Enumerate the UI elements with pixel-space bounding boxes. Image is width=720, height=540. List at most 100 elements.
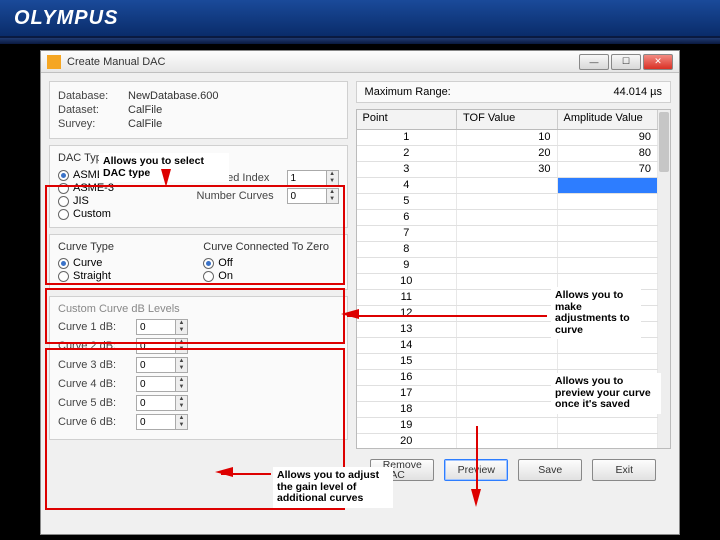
cell-point: 2 bbox=[357, 146, 457, 161]
cell-tof[interactable] bbox=[457, 386, 557, 401]
table-row[interactable]: 7 bbox=[357, 226, 658, 242]
cell-tof[interactable] bbox=[457, 274, 557, 289]
table-row[interactable]: 5 bbox=[357, 194, 658, 210]
max-range-value: 44.014 µs bbox=[613, 86, 662, 98]
cell-point: 20 bbox=[357, 434, 457, 448]
cell-tof[interactable]: 10 bbox=[457, 130, 557, 145]
cell-tof[interactable] bbox=[457, 226, 557, 241]
cell-point: 1 bbox=[357, 130, 457, 145]
cell-point: 7 bbox=[357, 226, 457, 241]
cell-point: 14 bbox=[357, 338, 457, 353]
cell-amplitude[interactable]: 90 bbox=[558, 130, 658, 145]
cell-tof[interactable] bbox=[457, 338, 557, 353]
cell-amplitude[interactable] bbox=[558, 354, 658, 369]
cell-amplitude[interactable] bbox=[558, 210, 658, 225]
cell-amplitude[interactable]: 70 bbox=[558, 162, 658, 177]
chevron-up-icon[interactable]: ▲ bbox=[327, 171, 338, 178]
cell-tof[interactable] bbox=[457, 434, 557, 448]
arrow-icon bbox=[341, 309, 359, 319]
table-row[interactable]: 33070 bbox=[357, 162, 658, 178]
table-row[interactable]: 20 bbox=[357, 434, 658, 448]
selected-index-spinner[interactable]: ▲▼ bbox=[287, 170, 339, 186]
arrow-icon bbox=[471, 489, 481, 507]
database-value: NewDatabase.600 bbox=[128, 90, 219, 102]
chevron-down-icon[interactable]: ▼ bbox=[327, 178, 338, 185]
cell-point: 6 bbox=[357, 210, 457, 225]
cell-point: 17 bbox=[357, 386, 457, 401]
cell-point: 11 bbox=[357, 290, 457, 305]
col-tof: TOF Value bbox=[457, 110, 557, 129]
cell-tof[interactable] bbox=[457, 418, 557, 433]
table-row[interactable]: 9 bbox=[357, 258, 658, 274]
dataset-value: CalFile bbox=[128, 104, 162, 116]
cell-tof[interactable] bbox=[457, 178, 557, 193]
arrow-icon bbox=[215, 467, 233, 477]
annotation-curve: Allows you to make adjustments to curve bbox=[551, 287, 641, 339]
cell-amplitude[interactable] bbox=[558, 338, 658, 353]
cell-point: 19 bbox=[357, 418, 457, 433]
max-range-panel: Maximum Range: 44.014 µs bbox=[356, 81, 671, 103]
scrollbar-thumb[interactable] bbox=[659, 112, 669, 172]
cell-point: 12 bbox=[357, 306, 457, 321]
highlight-box-curve bbox=[45, 288, 345, 344]
arrow-line bbox=[476, 426, 478, 491]
annotation-preview: Allows you to preview your curve once it… bbox=[551, 373, 661, 414]
selected-index-input[interactable] bbox=[287, 170, 327, 186]
table-row[interactable]: 22080 bbox=[357, 146, 658, 162]
info-panel: Database:NewDatabase.600 Dataset:CalFile… bbox=[49, 81, 348, 139]
exit-button[interactable]: Exit bbox=[592, 459, 656, 481]
cell-amplitude[interactable] bbox=[558, 194, 658, 209]
cell-point: 10 bbox=[357, 274, 457, 289]
save-button[interactable]: Save bbox=[518, 459, 582, 481]
button-row: Remove DAC Preview Save Exit bbox=[356, 459, 671, 481]
brand-subbar bbox=[0, 38, 720, 44]
table-row[interactable]: 15 bbox=[357, 354, 658, 370]
database-label: Database: bbox=[58, 90, 128, 102]
dataset-label: Dataset: bbox=[58, 104, 128, 116]
cell-tof[interactable] bbox=[457, 290, 557, 305]
cell-tof[interactable] bbox=[457, 402, 557, 417]
col-point: Point bbox=[357, 110, 457, 129]
table-row[interactable]: 8 bbox=[357, 242, 658, 258]
cell-tof[interactable] bbox=[457, 194, 557, 209]
titlebar: Create Manual DAC — ☐ ✕ bbox=[41, 51, 679, 73]
maximize-button[interactable]: ☐ bbox=[611, 54, 641, 70]
cell-amplitude[interactable]: 80 bbox=[558, 146, 658, 161]
radio-icon bbox=[58, 170, 69, 181]
table-row[interactable]: 11090 bbox=[357, 130, 658, 146]
dialog-window: Create Manual DAC — ☐ ✕ Database:NewData… bbox=[40, 50, 680, 535]
cell-tof[interactable] bbox=[457, 322, 557, 337]
cell-point: 5 bbox=[357, 194, 457, 209]
cell-point: 9 bbox=[357, 258, 457, 273]
cell-tof[interactable] bbox=[457, 258, 557, 273]
cell-amplitude[interactable] bbox=[558, 178, 658, 193]
max-range-label: Maximum Range: bbox=[365, 86, 451, 98]
table-row[interactable]: 14 bbox=[357, 338, 658, 354]
cell-point: 4 bbox=[357, 178, 457, 193]
cell-tof[interactable]: 20 bbox=[457, 146, 557, 161]
cell-tof[interactable] bbox=[457, 306, 557, 321]
cell-point: 18 bbox=[357, 402, 457, 417]
table-row[interactable]: 4 bbox=[357, 178, 658, 194]
cell-tof[interactable] bbox=[457, 370, 557, 385]
cell-point: 13 bbox=[357, 322, 457, 337]
window-title: Create Manual DAC bbox=[67, 56, 165, 68]
cell-amplitude[interactable] bbox=[558, 258, 658, 273]
arrow-line bbox=[347, 315, 547, 317]
cell-tof[interactable] bbox=[457, 242, 557, 257]
cell-tof[interactable]: 30 bbox=[457, 162, 557, 177]
table-row[interactable]: 19 bbox=[357, 418, 658, 434]
cell-tof[interactable] bbox=[457, 354, 557, 369]
cell-amplitude[interactable] bbox=[558, 242, 658, 257]
table-row[interactable]: 6 bbox=[357, 210, 658, 226]
cell-amplitude[interactable] bbox=[558, 226, 658, 241]
cell-amplitude[interactable] bbox=[558, 418, 658, 433]
minimize-button[interactable]: — bbox=[579, 54, 609, 70]
annotation-db-levels: Allows you to adjust the gain level of a… bbox=[273, 467, 393, 508]
highlight-box-dac-type bbox=[45, 185, 345, 285]
cell-tof[interactable] bbox=[457, 210, 557, 225]
col-amplitude: Amplitude Value bbox=[558, 110, 658, 129]
cell-amplitude[interactable] bbox=[558, 434, 658, 448]
cell-point: 3 bbox=[357, 162, 457, 177]
close-button[interactable]: ✕ bbox=[643, 54, 673, 70]
